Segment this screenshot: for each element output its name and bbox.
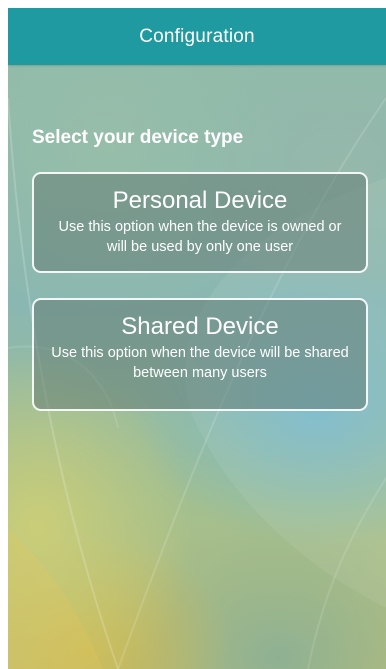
shared-device-button[interactable]: Shared Device Use this option when the d… [32, 298, 368, 411]
app-screen: Configuration Select your device type Pe… [8, 8, 386, 669]
shared-device-description: Use this option when the device will be … [51, 345, 349, 381]
section-heading: Select your device type [32, 127, 244, 148]
navigation-bar: Configuration [8, 8, 386, 65]
personal-device-button[interactable]: Personal Device Use this option when the… [32, 172, 368, 273]
personal-device-description: Use this option when the device is owned… [58, 219, 342, 255]
page-title: Configuration [139, 25, 255, 47]
personal-device-title: Personal Device [112, 187, 288, 214]
shared-device-title: Shared Device [121, 313, 279, 340]
